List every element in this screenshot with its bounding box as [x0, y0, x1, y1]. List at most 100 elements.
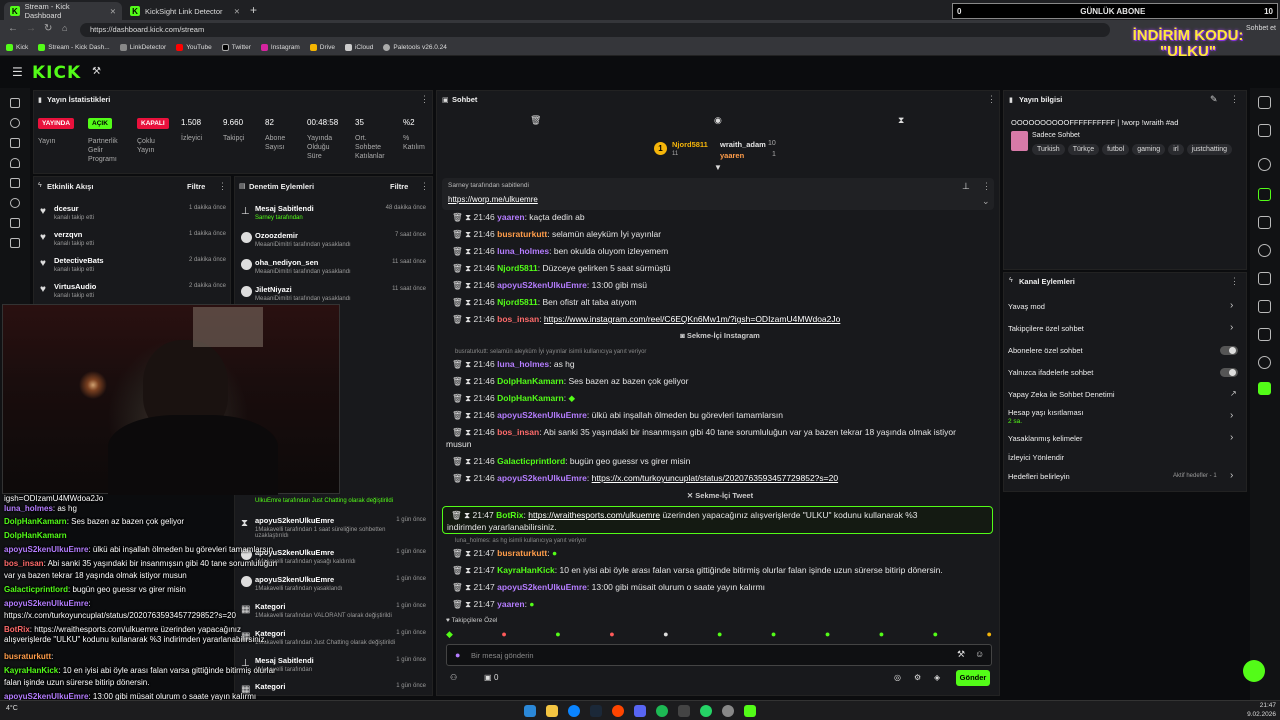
share-icon[interactable] — [1258, 356, 1271, 369]
msg-user[interactable]: BotRix — [496, 510, 523, 520]
chevron-right-icon[interactable]: › — [1230, 470, 1233, 481]
chat-bubble-icon[interactable]: ◉ — [714, 115, 722, 126]
tag[interactable]: Türkçe — [1067, 144, 1100, 155]
whatsapp-icon[interactable] — [700, 705, 712, 717]
close-tab-icon[interactable]: ✕ — [110, 7, 116, 16]
account-age-item[interactable]: Hesap yaşı kısıtlaması — [1008, 408, 1083, 417]
bookmark-paletools[interactable]: Paletools v26.0.24 — [383, 44, 447, 51]
users-icon[interactable] — [10, 218, 20, 228]
more-options-icon[interactable]: ⋮ — [1230, 276, 1239, 287]
mod-item-name[interactable]: Ozoozdemir — [255, 231, 298, 240]
home-icon[interactable]: ⌂ — [62, 23, 67, 33]
user-name[interactable]: verzqvn — [54, 230, 82, 239]
dashboard-icon[interactable] — [10, 138, 20, 148]
bookmark-linkdetector[interactable]: LinkDetector — [119, 44, 166, 51]
more-options-icon[interactable]: ⋮ — [987, 94, 996, 105]
bookmark-stream[interactable]: Stream - Kick Dash... — [38, 44, 110, 51]
more-options-icon[interactable] — [1258, 96, 1271, 109]
chat-message[interactable]: 🗑 ⧗ 21:46 Njord5811: Düzceye gelirken 5 … — [452, 263, 671, 274]
msg-user[interactable]: bos_insan — [497, 427, 539, 437]
chat-message[interactable]: 🗑 ⧗ 21:46 apoyuS2kenUlkuEmre: https://x.… — [452, 473, 838, 484]
chat-message[interactable]: 🗑 ⧗ 21:46 luna_holmes: ben okulda oluyom… — [452, 246, 668, 257]
chat-message[interactable]: 🗑 ⧗ 21:46 yaaren: kaçta dedin ab — [452, 212, 585, 223]
mod-item-name[interactable]: apoyuS2kenUlkuEmre — [255, 575, 334, 584]
send-button[interactable]: Gönder — [956, 670, 990, 686]
msg-user[interactable]: yaaren — [497, 212, 524, 222]
chat-message[interactable]: 🗑 ⧗ 21:46 bos_insan: Abi sanki 35 yaşınd… — [452, 427, 956, 438]
chat-message[interactable]: 🗑 ⧗ 21:46 Njord5811: Ben ofistr alt taba… — [452, 297, 637, 308]
chat-message[interactable]: 🗑 ⧗ 21:47 busraturkutt: ● — [452, 548, 557, 559]
chevron-right-icon[interactable]: › — [1230, 410, 1233, 421]
chat-message[interactable]: 🗑 ⧗ 21:46 Galacticprintlord: bugün geo g… — [452, 456, 690, 467]
mod-item-name[interactable]: apoyuS2kenUlkuEmre — [255, 516, 334, 525]
forward-icon[interactable]: → — [26, 23, 36, 34]
msg-user[interactable]: bos_insan — [497, 314, 539, 324]
subscribers-only-toggle[interactable] — [1220, 346, 1238, 355]
download-icon[interactable] — [10, 238, 20, 248]
more-options-icon[interactable]: ⋮ — [420, 181, 429, 192]
lightning-icon[interactable] — [1258, 188, 1271, 201]
close-tab-icon[interactable]: ✕ — [234, 7, 240, 16]
more-options-icon[interactable]: ⋮ — [982, 181, 991, 192]
chat-message[interactable]: 🗑 ⧗ 21:47 yaaren: ● — [452, 599, 534, 610]
reload-icon[interactable]: ↻ — [44, 23, 52, 34]
emote-icon[interactable]: ● — [501, 629, 506, 641]
chevron-right-icon[interactable]: › — [1230, 300, 1233, 311]
chat-message[interactable]: 🗑 ⧗ 21:47 apoyuS2kenUlkuEmre: 13:00 gibi… — [452, 582, 765, 593]
obs-icon[interactable] — [722, 705, 734, 717]
bookmark-instagram[interactable]: Instagram — [260, 44, 300, 51]
tab-kicksight[interactable]: K KickSight Link Detector ✕ — [124, 2, 246, 20]
tag[interactable]: Turkish — [1032, 144, 1065, 155]
edge-icon[interactable] — [568, 705, 580, 717]
msg-link[interactable]: https://x.com/turkoyuncuplat/status/2020… — [592, 473, 838, 483]
emote-icon[interactable]: ● — [663, 629, 668, 641]
msg-user[interactable]: yaaren — [497, 599, 524, 609]
pinned-link[interactable]: https://worp.me/ulkuemre — [448, 195, 538, 204]
emoji-icon[interactable]: ☺ — [975, 649, 984, 659]
hammer-icon[interactable]: ⚒ — [92, 66, 101, 77]
clock-time[interactable]: 21:47 — [1228, 702, 1276, 709]
chat-input[interactable]: ● Bir mesaj gönderin ⚒ ☺ — [446, 644, 992, 666]
firefox-icon[interactable] — [612, 705, 624, 717]
menu-icon[interactable]: ☰ — [12, 65, 23, 79]
mod-filter-button[interactable]: Filtre — [390, 182, 408, 191]
emote-icon[interactable]: ● — [825, 629, 830, 641]
msg-user[interactable]: luna_holmes — [497, 359, 549, 369]
msg-user[interactable]: Galacticprintlord — [497, 456, 565, 466]
settings-icon[interactable] — [678, 705, 690, 717]
new-tab-icon[interactable]: + — [250, 3, 257, 17]
msg-user[interactable]: apoyuS2kenUlkuEmre — [497, 410, 587, 420]
windows-start-icon[interactable] — [524, 705, 536, 717]
ai-moderation-item[interactable]: Yapay Zeka ile Sohbet Denetimi — [1008, 390, 1115, 399]
category-name[interactable]: Sadece Sohbet — [1032, 132, 1080, 139]
bot-icon[interactable]: ◈ — [934, 673, 940, 682]
chat-message[interactable]: 🗑 ⧗ 21:46 luna_holmes: as hg — [452, 359, 575, 370]
url-input[interactable]: https://dashboard.kick.com/stream — [80, 23, 1110, 37]
emote-icon[interactable]: ● — [717, 629, 722, 641]
chevron-down-icon[interactable]: ⌄ — [982, 196, 990, 207]
chat-message[interactable]: 🗑 ⧗ 21:46 busraturkutt: selamün aleyküm … — [452, 229, 661, 240]
link-icon[interactable] — [10, 118, 20, 128]
goals-item[interactable]: Hedefleri belirleyin — [1008, 472, 1070, 481]
kick-logo[interactable]: KICK — [32, 63, 81, 83]
expand-icon[interactable] — [1258, 158, 1271, 171]
weather-temp[interactable]: 4°C — [6, 705, 18, 712]
tab-kick-dashboard[interactable]: K Stream - Kick Dashboard ✕ — [4, 2, 122, 20]
msg-user[interactable]: luna_holmes — [497, 246, 549, 256]
points-icon[interactable]: ⚇ — [450, 673, 457, 682]
embed-tweet[interactable]: ✕ Sekme-İçi Tweet — [445, 491, 995, 500]
chat-bubble-icon[interactable]: ◎ — [894, 673, 901, 682]
tag[interactable]: irl — [1168, 144, 1184, 155]
msg-user[interactable]: apoyuS2kenUlkuEmre — [497, 582, 587, 592]
msg-user[interactable]: busraturkutt — [497, 548, 547, 558]
profile-label[interactable]: Sohbet et — [1246, 25, 1276, 32]
msg-link[interactable]: https://wraithesports.com/ulkuemre — [528, 510, 660, 520]
chat-message[interactable]: 🗑 ⧗ 21:47 KayraHanKick: 10 en iyisi abi … — [452, 565, 943, 576]
chevron-down-icon[interactable]: ▼ — [714, 163, 722, 172]
chevron-right-icon[interactable]: › — [1230, 432, 1233, 443]
more-options-icon[interactable]: ⋮ — [1230, 94, 1239, 105]
msg-user[interactable]: DolpHanKamarn — [497, 376, 564, 386]
emote-icon[interactable]: ● — [933, 629, 938, 641]
clock-date[interactable]: 9.02.2026 — [1228, 711, 1276, 718]
translate-icon[interactable]: ⚒ — [957, 649, 965, 660]
